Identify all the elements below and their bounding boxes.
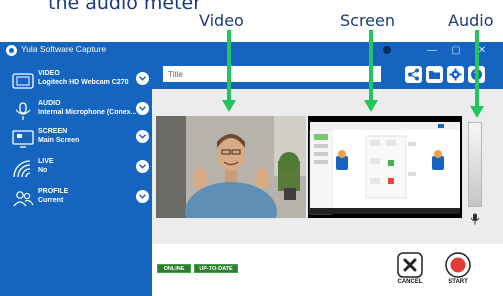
arrow-screen — [364, 30, 378, 112]
arrow-video — [222, 30, 236, 112]
arrow-audio — [470, 30, 484, 118]
annotation-arrows — [222, 30, 484, 118]
